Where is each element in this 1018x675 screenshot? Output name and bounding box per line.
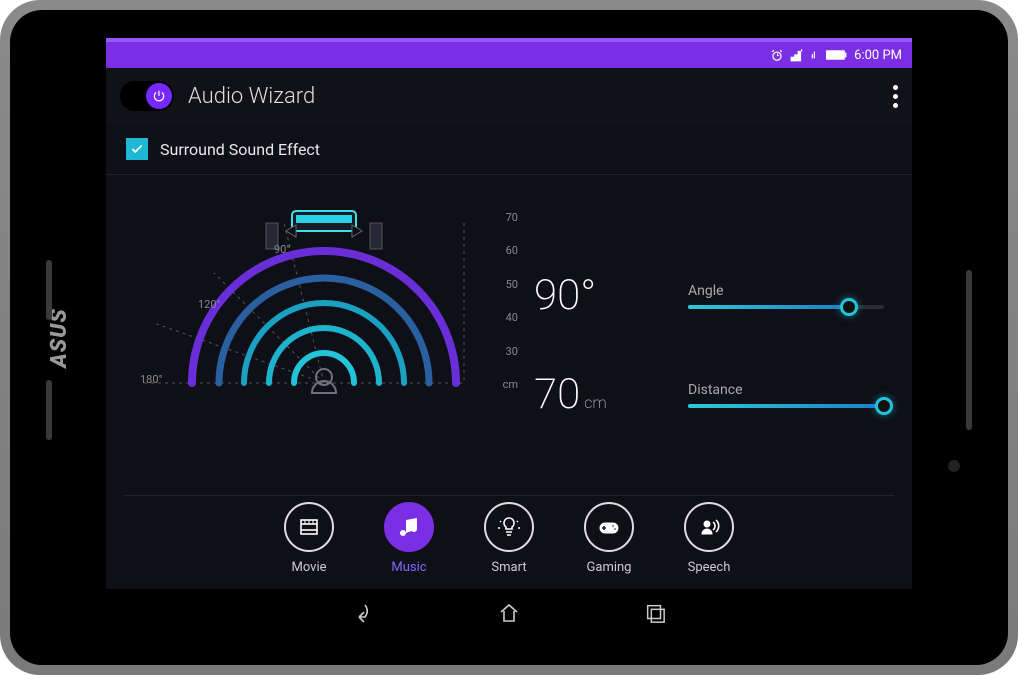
distance-slider-fill xyxy=(688,404,884,408)
speaker-slot xyxy=(966,270,972,430)
alarm-icon xyxy=(770,48,784,62)
smart-icon xyxy=(484,502,534,552)
mode-label: Speech xyxy=(688,560,731,575)
speaker-slot xyxy=(46,380,52,440)
surround-visualization: 90° 120° 180° 70 60 50 40 30 cm xyxy=(134,193,514,413)
distance-slider[interactable] xyxy=(688,404,884,408)
surround-label: Surround Sound Effect xyxy=(160,140,320,159)
music-icon xyxy=(384,502,434,552)
movie-icon xyxy=(284,502,334,552)
mode-label: Smart xyxy=(491,560,526,575)
mode-music[interactable]: Music xyxy=(374,502,444,575)
overflow-menu-button[interactable] xyxy=(893,85,898,108)
title-bar: Audio Wizard xyxy=(106,68,912,124)
angle-slider-fill xyxy=(688,305,849,309)
system-nav-bar xyxy=(106,589,912,637)
angle-marker-120: 120° xyxy=(198,298,221,311)
speaker-icon xyxy=(370,223,382,249)
gaming-icon xyxy=(584,502,634,552)
clock-text: 6:00 PM xyxy=(854,48,902,63)
home-button[interactable] xyxy=(496,600,522,626)
angle-slider[interactable] xyxy=(688,305,884,309)
distance-value: 70cm xyxy=(534,370,664,419)
distance-slider-thumb[interactable] xyxy=(875,397,893,415)
distance-scale: 70 60 50 40 30 cm xyxy=(494,211,518,391)
mode-smart[interactable]: Smart xyxy=(474,502,544,575)
app-title: Audio Wizard xyxy=(188,84,315,109)
signal-icon xyxy=(790,48,804,62)
mode-label: Music xyxy=(391,560,426,575)
speaker-slot xyxy=(46,260,52,320)
mode-gaming[interactable]: Gaming xyxy=(574,502,644,575)
surround-checkbox[interactable] xyxy=(126,138,148,160)
front-camera xyxy=(948,460,960,472)
power-toggle[interactable] xyxy=(120,81,174,111)
angle-marker-90: 90° xyxy=(274,243,290,256)
angle-slider-thumb[interactable] xyxy=(840,298,858,316)
mode-speech[interactable]: Speech xyxy=(674,502,744,575)
status-bar: 6:00 PM xyxy=(106,42,912,68)
angle-value: 90° xyxy=(534,271,664,320)
mode-movie[interactable]: Movie xyxy=(274,502,344,575)
recents-button[interactable] xyxy=(642,600,668,626)
power-icon xyxy=(146,83,172,109)
network-icon xyxy=(810,48,820,62)
mode-label: Gaming xyxy=(587,560,632,575)
angle-label: Angle xyxy=(688,283,884,299)
back-button[interactable] xyxy=(350,600,376,626)
battery-icon xyxy=(826,49,848,61)
listener-icon xyxy=(312,369,336,393)
speech-icon xyxy=(684,502,734,552)
distance-label: Distance xyxy=(688,382,884,398)
mode-label: Movie xyxy=(291,560,326,575)
angle-marker-180: 180° xyxy=(140,373,163,386)
